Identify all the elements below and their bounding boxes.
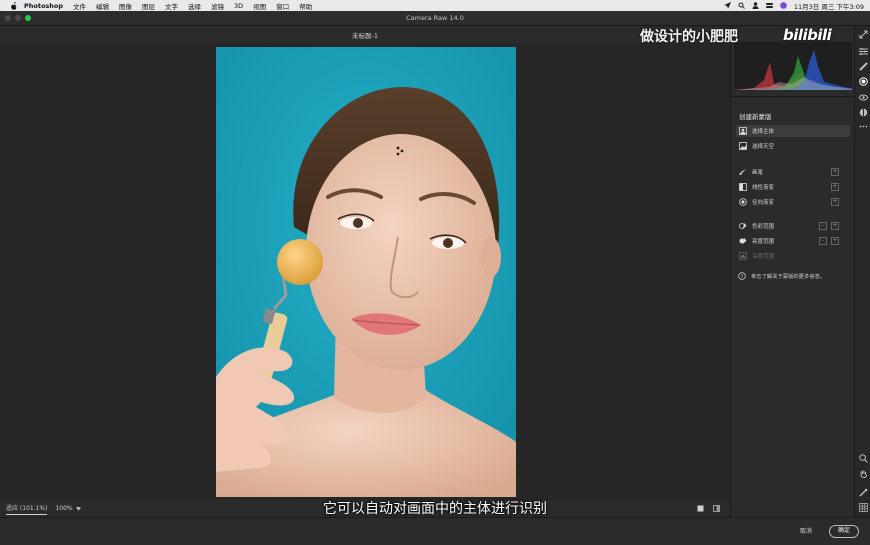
menu-help[interactable]: 帮助	[299, 1, 312, 11]
canvas-footer: 适应 (101.1%) 100%	[0, 500, 730, 517]
brush-label: 画笔	[752, 170, 764, 176]
brush-icon	[738, 168, 747, 177]
add-radial-gradient-button[interactable]: +	[831, 198, 839, 206]
before-after-view-icon[interactable]	[713, 505, 720, 512]
macos-menubar: Photoshop 文件 编辑 图像 图层 文字 选择 滤镜 3D 视图 窗口 …	[0, 0, 870, 11]
menu-type[interactable]: 文字	[165, 1, 178, 11]
zoom-tool-icon[interactable]	[859, 454, 868, 463]
apple-menu-icon[interactable]	[10, 1, 18, 10]
masking-help-hint[interactable]: ? 单击了解关于蒙版的更多信息。	[736, 272, 850, 280]
image-canvas[interactable]	[0, 43, 730, 500]
expand-icon[interactable]	[859, 30, 868, 39]
cancel-button[interactable]: 取消	[790, 526, 822, 538]
masking-help-text: 单击了解关于蒙版的更多信息。	[751, 274, 826, 280]
luminance-range-label: 亮度范围	[752, 239, 775, 245]
eyedropper-icon[interactable]	[859, 488, 868, 497]
select-sky-item[interactable]: 选择天空	[736, 140, 850, 152]
portrait-photo[interactable]	[216, 47, 516, 497]
send-icon[interactable]	[723, 2, 731, 9]
grid-overlay-icon[interactable]	[859, 503, 868, 512]
color-range-subtract-button[interactable]: -	[819, 222, 827, 230]
spotlight-icon[interactable]	[738, 2, 745, 9]
color-range-label: 色彩范围	[752, 224, 775, 230]
radial-gradient-icon	[738, 198, 747, 207]
linear-gradient-label: 线性渐变	[752, 185, 775, 191]
radial-gradient-label: 径向渐变	[752, 200, 775, 206]
edit-sliders-icon[interactable]	[859, 47, 868, 56]
depth-range-item: 深度范围	[736, 250, 850, 262]
menu-window[interactable]: 窗口	[276, 1, 289, 11]
sky-icon	[738, 142, 747, 151]
chevron-down-icon	[75, 506, 81, 511]
menu-file[interactable]: 文件	[73, 1, 86, 11]
menu-select[interactable]: 选择	[188, 1, 201, 11]
zoom-window-button[interactable]	[25, 15, 31, 21]
zoom-value: 100%	[55, 505, 73, 512]
select-sky-label: 选择天空	[752, 144, 775, 150]
presets-icon[interactable]	[859, 108, 868, 117]
add-linear-gradient-button[interactable]: +	[831, 183, 839, 191]
menu-image[interactable]: 图像	[119, 1, 132, 11]
help-icon: ?	[738, 272, 746, 280]
bilibili-logo: bilibili	[783, 26, 832, 44]
menu-filter[interactable]: 滤镜	[211, 1, 224, 11]
add-luminance-range-button[interactable]: +	[831, 237, 839, 245]
more-options-icon[interactable]	[859, 122, 868, 131]
window-controls	[5, 15, 31, 21]
zoom-select[interactable]: 100%	[55, 505, 81, 512]
red-eye-icon[interactable]	[859, 93, 868, 102]
channel-watermark: 做设计的小肥肥	[640, 29, 738, 45]
dialog-footer: 取消 确定	[0, 517, 870, 545]
menu-layer[interactable]: 图层	[142, 1, 155, 11]
user-icon[interactable]	[752, 2, 759, 9]
app-menu-photoshop[interactable]: Photoshop	[24, 2, 63, 10]
menu-view[interactable]: 视图	[253, 1, 266, 11]
depth-range-icon	[738, 252, 747, 261]
person-icon	[738, 127, 747, 136]
minimize-window-button[interactable]	[15, 15, 21, 21]
add-brush-button[interactable]: +	[831, 168, 839, 176]
panel-title: 创建新蒙版	[739, 113, 772, 121]
single-view-icon[interactable]	[697, 505, 704, 512]
tool-strip	[854, 26, 870, 517]
linear-gradient-icon	[738, 183, 747, 192]
color-range-icon	[738, 222, 747, 231]
close-window-button[interactable]	[5, 15, 11, 21]
menu-3d[interactable]: 3D	[234, 2, 243, 10]
document-name: 未标题-1	[352, 31, 378, 40]
select-subject-item[interactable]: 选择主体	[736, 125, 850, 137]
masking-panel: 创建新蒙版 选择主体 选择天空 画笔 + 线性渐变 + 径向渐变 + 色彩范围 …	[730, 26, 855, 517]
control-center-icon[interactable]	[765, 2, 773, 9]
ok-button[interactable]: 确定	[829, 525, 859, 538]
window-title: Camera Raw 14.0	[406, 14, 464, 22]
svg-text:?: ?	[741, 274, 744, 280]
healing-icon[interactable]	[859, 62, 868, 71]
fit-view-button[interactable]: 适应 (101.1%)	[6, 503, 48, 515]
menubar-datetime[interactable]: 11月3日 周三 下午3:09	[794, 1, 864, 11]
depth-range-label: 深度范围	[752, 254, 775, 260]
siri-icon[interactable]	[780, 2, 787, 9]
document-header: 未标题-1	[0, 26, 730, 43]
portrait-image	[216, 47, 516, 497]
histogram-graph	[734, 50, 852, 90]
add-color-range-button[interactable]: +	[831, 222, 839, 230]
menu-edit[interactable]: 编辑	[96, 1, 109, 11]
window-titlebar: Camera Raw 14.0	[0, 11, 870, 26]
masking-icon[interactable]	[859, 77, 868, 86]
histogram	[734, 42, 852, 90]
luminance-range-icon	[738, 237, 747, 246]
panel-divider	[731, 96, 855, 97]
luminance-range-subtract-button[interactable]: -	[819, 237, 827, 245]
hand-tool-icon[interactable]	[859, 469, 868, 478]
select-subject-label: 选择主体	[752, 129, 775, 135]
